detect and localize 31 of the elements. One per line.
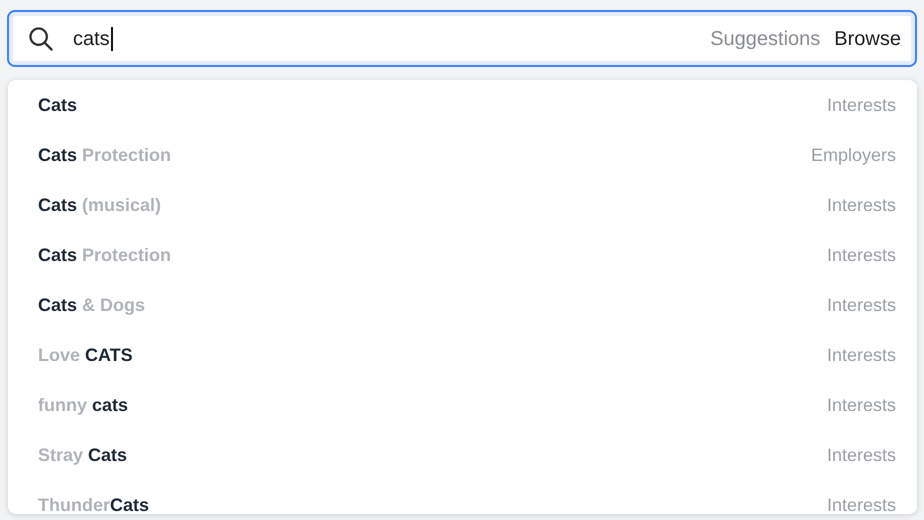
suggestion-category: Interests	[826, 294, 896, 316]
search-icon	[27, 24, 55, 52]
suggestion-label: ThunderCats	[38, 494, 150, 514]
suggestion-item[interactable]: Cats Interests	[8, 80, 917, 130]
suggestion-label: Cats Protection	[38, 244, 172, 266]
suggestion-label: Cats Protection	[38, 144, 172, 166]
suggestion-label: Cats	[38, 94, 78, 116]
suggestion-item[interactable]: Cats & Dogs Interests	[8, 280, 917, 330]
suggestion-label: Love CATS	[38, 344, 133, 366]
suggestion-category: Interests	[826, 394, 896, 416]
suggestion-item[interactable]: ThunderCats Interests	[8, 480, 917, 514]
suggestion-category: Interests	[826, 444, 896, 466]
search-input[interactable]: cats	[73, 26, 113, 50]
suggestion-category: Interests	[826, 494, 896, 514]
suggestion-label: funny cats	[38, 394, 128, 417]
suggestion-category: Employers	[810, 144, 896, 167]
suggestion-item[interactable]: Stray Cats Interests	[8, 430, 917, 480]
suggestion-item[interactable]: Cats (musical) Interests	[8, 180, 917, 230]
search-tab[interactable]: Browse	[834, 24, 901, 54]
suggestion-item[interactable]: Love CATS Interests	[8, 330, 917, 380]
suggestion-category: Interests	[826, 244, 896, 266]
search-field[interactable]: cats Suggestions Browse	[7, 10, 917, 67]
suggestion-label: Cats (musical)	[38, 194, 162, 217]
suggestion-label: Stray Cats	[38, 444, 128, 467]
suggestion-item[interactable]: Cats Protection Employers	[8, 130, 917, 180]
suggestion-category: Interests	[826, 344, 896, 366]
suggestion-category: Interests	[826, 94, 896, 116]
suggestion-category: Interests	[826, 194, 896, 216]
suggestion-item[interactable]: Cats Protection Interests	[8, 230, 917, 280]
suggestion-label: Cats & Dogs	[38, 294, 146, 317]
suggestion-item[interactable]: funny cats Interests	[8, 380, 917, 430]
